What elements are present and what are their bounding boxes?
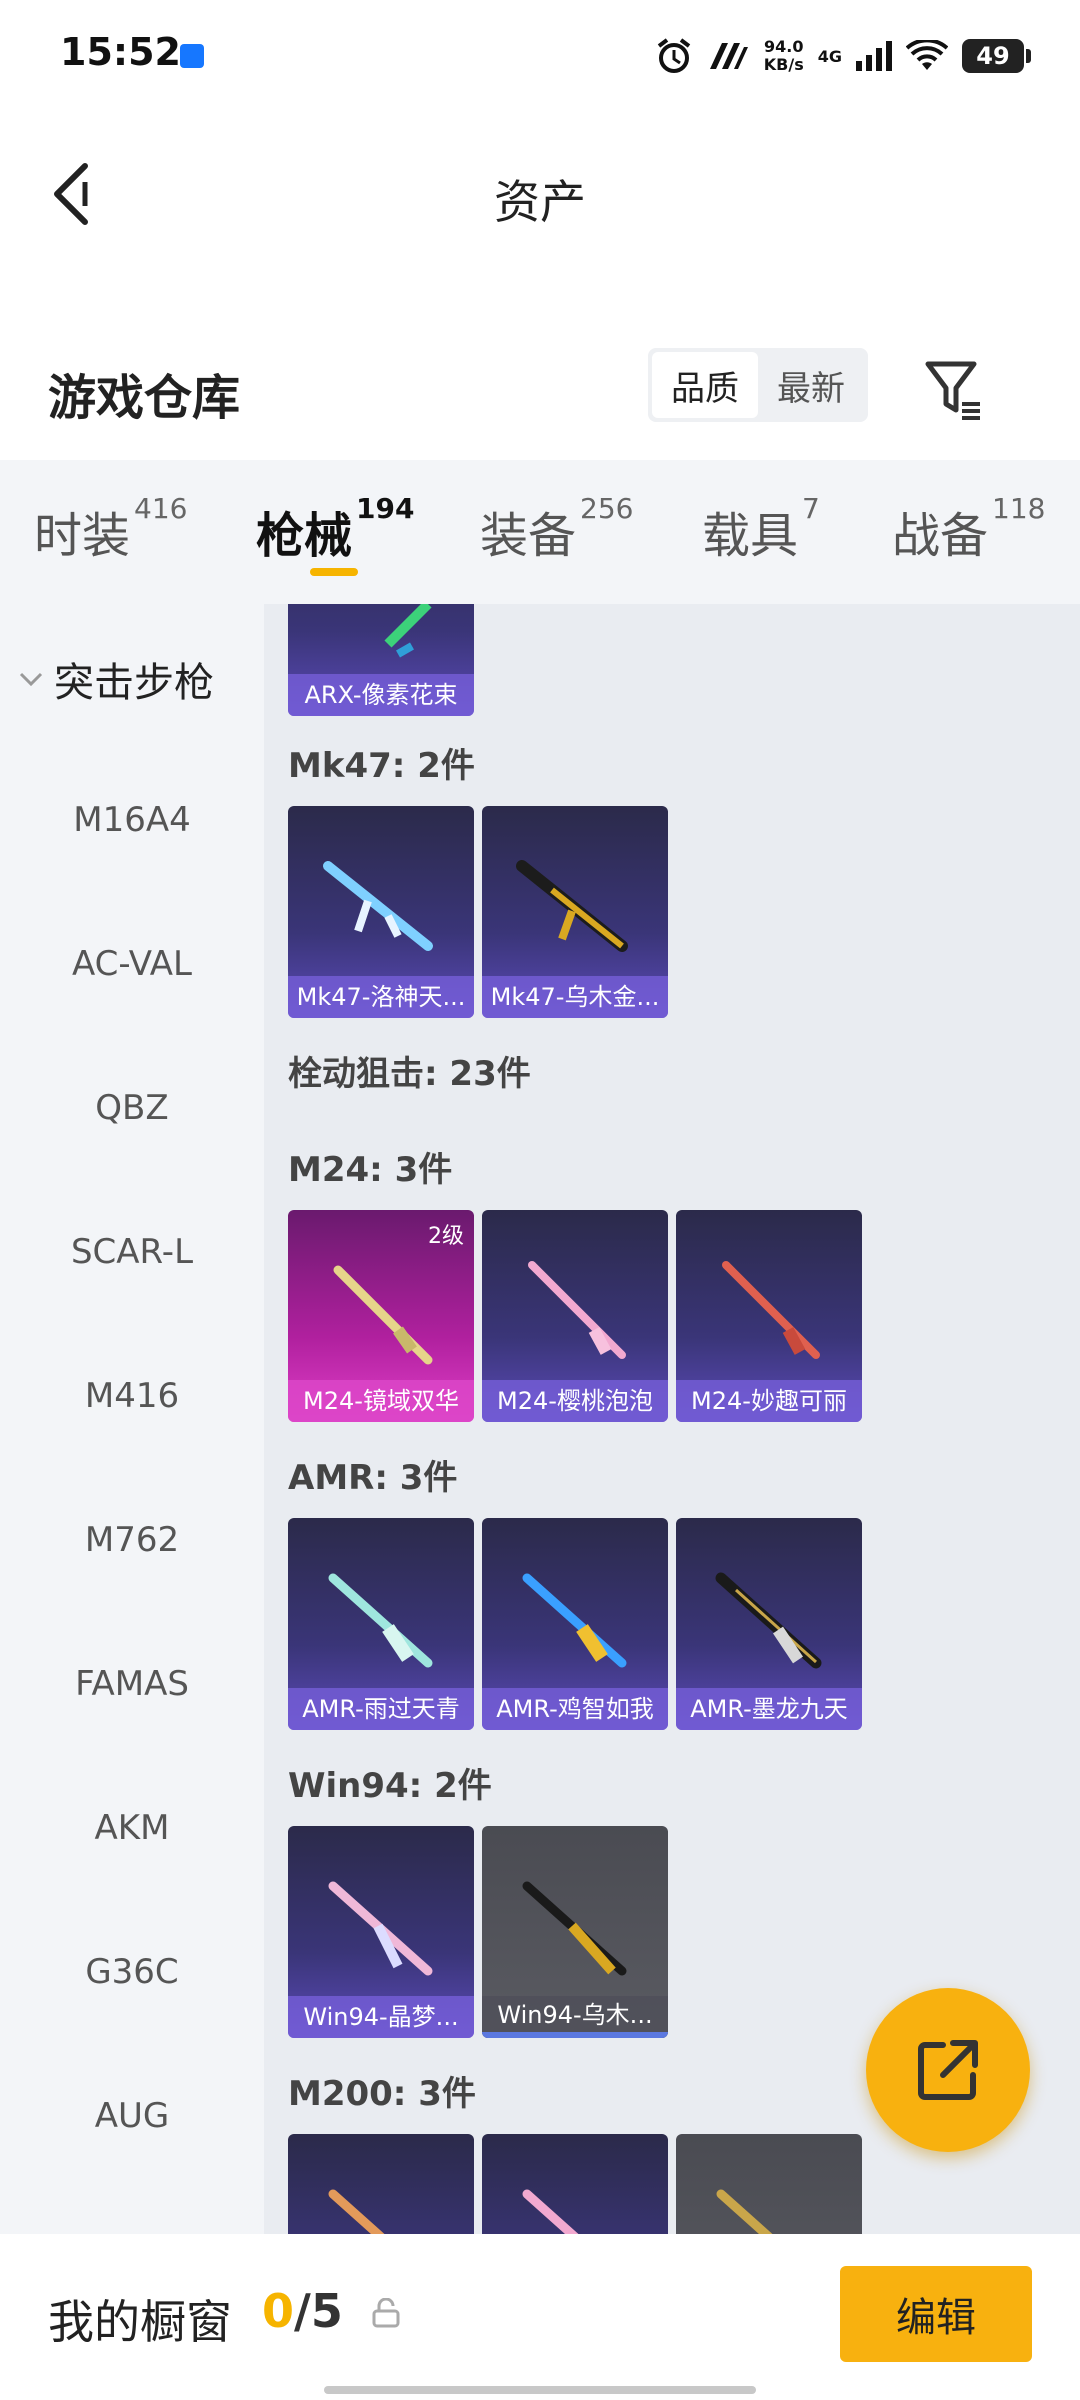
sidebar-item-m762[interactable]: M762	[0, 1520, 264, 1560]
signal-icon	[856, 41, 892, 71]
sidebar-item-m416[interactable]: M416	[0, 1376, 264, 1416]
rifle-icon	[328, 1881, 433, 1976]
weapon-card-name: Win94-晶梦...	[288, 1996, 474, 2038]
weapon-card-name: M24-镜域双华	[288, 1380, 474, 1422]
notification-icon	[180, 44, 204, 68]
group-label: Mk47: 2件	[288, 746, 475, 786]
weapon-card[interactable]: ARX-像素花束	[288, 604, 474, 716]
weapon-card[interactable]: Win94-乌木...	[482, 1826, 668, 2038]
weapon-card[interactable]	[482, 2134, 668, 2234]
weapon-card[interactable]: AMR-墨龙九天	[676, 1518, 862, 1730]
tab-equipment[interactable]: 装备 256	[480, 492, 633, 566]
share-icon	[918, 2040, 978, 2100]
title-bar: 资产	[0, 110, 1080, 280]
category-tabs: 时装 416 枪械 194 装备 256 载具 7 战备 118	[0, 460, 1080, 604]
sidebar-item-m16a4[interactable]: M16A4	[0, 800, 264, 840]
weapon-card[interactable]: AMR-雨过天青	[288, 1518, 474, 1730]
sort-quality-button[interactable]: 品质	[652, 352, 758, 418]
weapon-card[interactable]: M24-妙趣可丽	[676, 1210, 862, 1422]
rifle-icon	[722, 1261, 820, 1359]
rifle-icon	[516, 860, 628, 952]
tab-fashion[interactable]: 时装 416	[34, 492, 187, 566]
sort-toggle: 品质 最新	[648, 348, 868, 422]
rifle-icon	[716, 2189, 773, 2234]
net-speed: 94.0 KB/s	[763, 37, 804, 74]
status-icons: 94.0 KB/s 4G 49	[654, 28, 1031, 84]
sidebar-item-qbz[interactable]: QBZ	[0, 1088, 264, 1128]
filter-icon	[925, 361, 980, 420]
weapon-card-name: ARX-像素花束	[288, 674, 474, 716]
section-title: 游戏仓库	[48, 370, 241, 426]
sidebar-item-aug[interactable]: AUG	[0, 2096, 264, 2136]
sidebar-item-ac-val[interactable]: AC-VAL	[0, 944, 264, 984]
rifle-icon	[522, 2189, 579, 2234]
rifle-icon	[328, 2189, 385, 2234]
active-tab-indicator	[310, 568, 358, 576]
wifi-icon	[906, 40, 948, 70]
network-type: 4G	[817, 46, 842, 66]
rifle-icon	[522, 1881, 627, 1976]
weapon-card[interactable]: Mk47-乌木金...	[482, 806, 668, 1018]
weapon-card-name: M24-樱桃泡泡	[482, 1380, 668, 1422]
rifle-icon	[384, 604, 432, 658]
sidebar-item-akm[interactable]: AKM	[0, 1808, 264, 1848]
filter-button[interactable]	[920, 354, 990, 424]
lock-icon	[372, 2298, 400, 2328]
battery-icon: 49	[962, 39, 1031, 73]
group-label: AMR: 3件	[288, 1458, 458, 1498]
weapon-card[interactable]: Win94-晶梦...	[288, 1826, 474, 2038]
group-label: Win94: 2件	[288, 1766, 492, 1806]
weapon-card[interactable]: Mk47-洛神天...	[288, 806, 474, 1018]
rifle-icon	[328, 1573, 433, 1668]
weapon-card[interactable]: 2级 M24-镜域双华	[288, 1210, 474, 1422]
weapon-card-name: Win94-乌木...	[482, 1996, 668, 2038]
weapon-card-name: AMR-雨过天青	[288, 1688, 474, 1730]
status-bar: 15:52 94.0 KB/s 4G 49	[0, 0, 1080, 110]
weapon-card[interactable]: M24-樱桃泡泡	[482, 1210, 668, 1422]
tab-vehicles[interactable]: 载具 7	[702, 492, 820, 566]
share-button[interactable]	[866, 1988, 1030, 2152]
app-logo-icon	[709, 43, 748, 69]
home-indicator[interactable]	[324, 2386, 756, 2394]
chevron-down-icon	[19, 672, 43, 687]
sidebar-item-scar-l[interactable]: SCAR-L	[0, 1232, 264, 1272]
alarm-icon	[657, 38, 690, 73]
weapon-card-name: M24-妙趣可丽	[676, 1380, 862, 1422]
weapon-card[interactable]	[676, 2134, 862, 2234]
sidebar-item-g36c[interactable]: G36C	[0, 1952, 264, 1992]
rifle-icon	[522, 1573, 627, 1668]
status-time: 15:52	[60, 30, 181, 74]
showcase-label: 我的橱窗	[48, 2295, 232, 2349]
tab-firearms[interactable]: 枪械 194	[256, 492, 414, 566]
weapon-card-name: AMR-墨龙九天	[676, 1688, 862, 1730]
group-label: M24: 3件	[288, 1150, 453, 1190]
showcase-count: 0/5	[262, 2284, 343, 2338]
weapon-card-name: Mk47-乌木金...	[482, 976, 668, 1018]
weapon-card-name: Mk47-洛神天...	[288, 976, 474, 1018]
rifle-icon	[323, 861, 433, 951]
showcase-bar: 我的橱窗 0/5 编辑	[0, 2234, 1080, 2400]
weapon-card[interactable]: AMR-鸡智如我	[482, 1518, 668, 1730]
sidebar-item-famas[interactable]: FAMAS	[0, 1664, 264, 1704]
tab-supplies[interactable]: 战备 118	[892, 492, 1045, 566]
category-label: 栓动狙击: 23件	[288, 1054, 531, 1094]
weapon-card[interactable]	[288, 2134, 474, 2234]
weapon-card-name: AMR-鸡智如我	[482, 1688, 668, 1730]
group-label: M200: 3件	[288, 2074, 476, 2114]
rifle-icon	[528, 1261, 626, 1359]
rifle-icon	[715, 1572, 822, 1669]
sort-newest-button[interactable]: 最新	[758, 352, 864, 418]
edit-button[interactable]: 编辑	[840, 2266, 1032, 2362]
rifle-icon	[333, 1265, 433, 1365]
weapon-type-sidebar: 突击步枪 M16A4 AC-VAL QBZ SCAR-L M416 M762 F…	[0, 604, 264, 2234]
sidebar-group-assault-rifle[interactable]: 突击步枪	[18, 650, 214, 708]
card-level-badge: 2级	[428, 1224, 464, 1249]
section-header: 游戏仓库 品质 最新	[0, 330, 1080, 460]
page-title: 资产	[494, 175, 586, 229]
